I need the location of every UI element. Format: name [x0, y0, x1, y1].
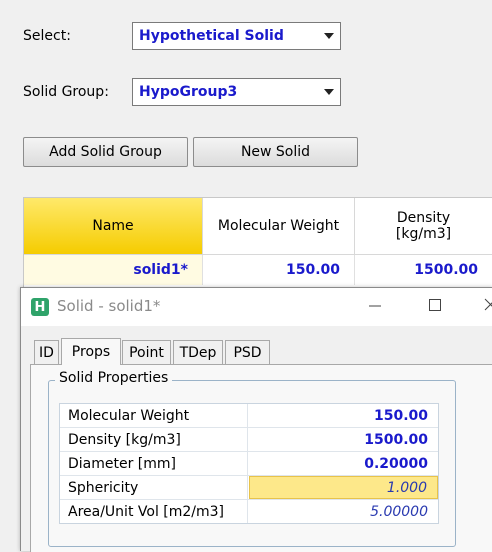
props-tab-panel: Solid Properties Molecular Weight 150.00…	[30, 364, 492, 552]
tab-props[interactable]: Props	[61, 338, 121, 365]
chevron-down-icon	[324, 33, 334, 39]
sphericity-value[interactable]: 1.000	[249, 476, 438, 499]
property-row: Sphericity 1.000	[60, 476, 438, 500]
density-value[interactable]: 1500.00	[249, 428, 438, 451]
select-label: Select:	[23, 28, 71, 44]
maximize-icon[interactable]	[428, 294, 442, 318]
tab-tdep[interactable]: TDep	[173, 340, 223, 364]
property-name: Diameter [mm]	[60, 452, 248, 475]
solid-group-dropdown-value: HypoGroup3	[139, 84, 238, 100]
app-icon: H	[31, 298, 49, 316]
select-dropdown-value: Hypothetical Solid	[139, 28, 284, 44]
diameter-value[interactable]: 0.20000	[249, 452, 438, 475]
add-solid-group-button[interactable]: Add Solid Group	[23, 137, 188, 167]
property-name: Density [kg/m3]	[60, 428, 248, 451]
property-name: Area/Unit Vol [m2/m3]	[60, 500, 248, 523]
property-row: Area/Unit Vol [m2/m3] 5.00000	[60, 500, 438, 523]
grid-header-molecular-weight[interactable]: Molecular Weight	[203, 198, 355, 255]
chevron-down-icon	[324, 89, 334, 95]
tab-point[interactable]: Point	[122, 340, 171, 364]
properties-table: Molecular Weight 150.00 Density [kg/m3] …	[59, 403, 439, 524]
property-row: Density [kg/m3] 1500.00	[60, 428, 438, 452]
grid-cell-molecular-weight[interactable]: 150.00	[203, 255, 355, 285]
solids-grid: Name Molecular Weight Density [kg/m3] so…	[23, 197, 492, 290]
new-solid-button[interactable]: New Solid	[193, 137, 358, 167]
grid-cell-name[interactable]: solid1*	[24, 255, 203, 285]
solid-group-label: Solid Group:	[23, 84, 109, 100]
grid-cell-density[interactable]: 1500.00	[355, 255, 492, 285]
property-name: Sphericity	[60, 476, 248, 499]
tab-psd[interactable]: PSD	[225, 340, 270, 364]
solid-properties-group: Solid Properties Molecular Weight 150.00…	[48, 370, 456, 547]
area-unit-vol-value[interactable]: 5.00000	[249, 500, 438, 523]
dialog-title: Solid - solid1*	[57, 297, 161, 315]
dialog-titlebar[interactable]: H Solid - solid1*	[21, 288, 492, 326]
molecular-weight-value[interactable]: 150.00	[249, 404, 438, 427]
grid-header-density[interactable]: Density [kg/m3]	[355, 198, 492, 255]
minimize-icon[interactable]	[368, 294, 382, 318]
property-name: Molecular Weight	[60, 404, 248, 427]
property-row: Diameter [mm] 0.20000	[60, 452, 438, 476]
solid-properties-title: Solid Properties	[55, 370, 173, 386]
grid-header-name[interactable]: Name	[24, 198, 203, 255]
tab-id[interactable]: ID	[34, 340, 59, 364]
solid-dialog: H Solid - solid1* ID Props Point TDep PS…	[20, 287, 492, 552]
close-icon[interactable]	[484, 294, 492, 318]
property-row: Molecular Weight 150.00	[60, 404, 438, 428]
select-dropdown[interactable]: Hypothetical Solid	[132, 22, 341, 50]
solid-group-dropdown[interactable]: HypoGroup3	[132, 78, 341, 106]
